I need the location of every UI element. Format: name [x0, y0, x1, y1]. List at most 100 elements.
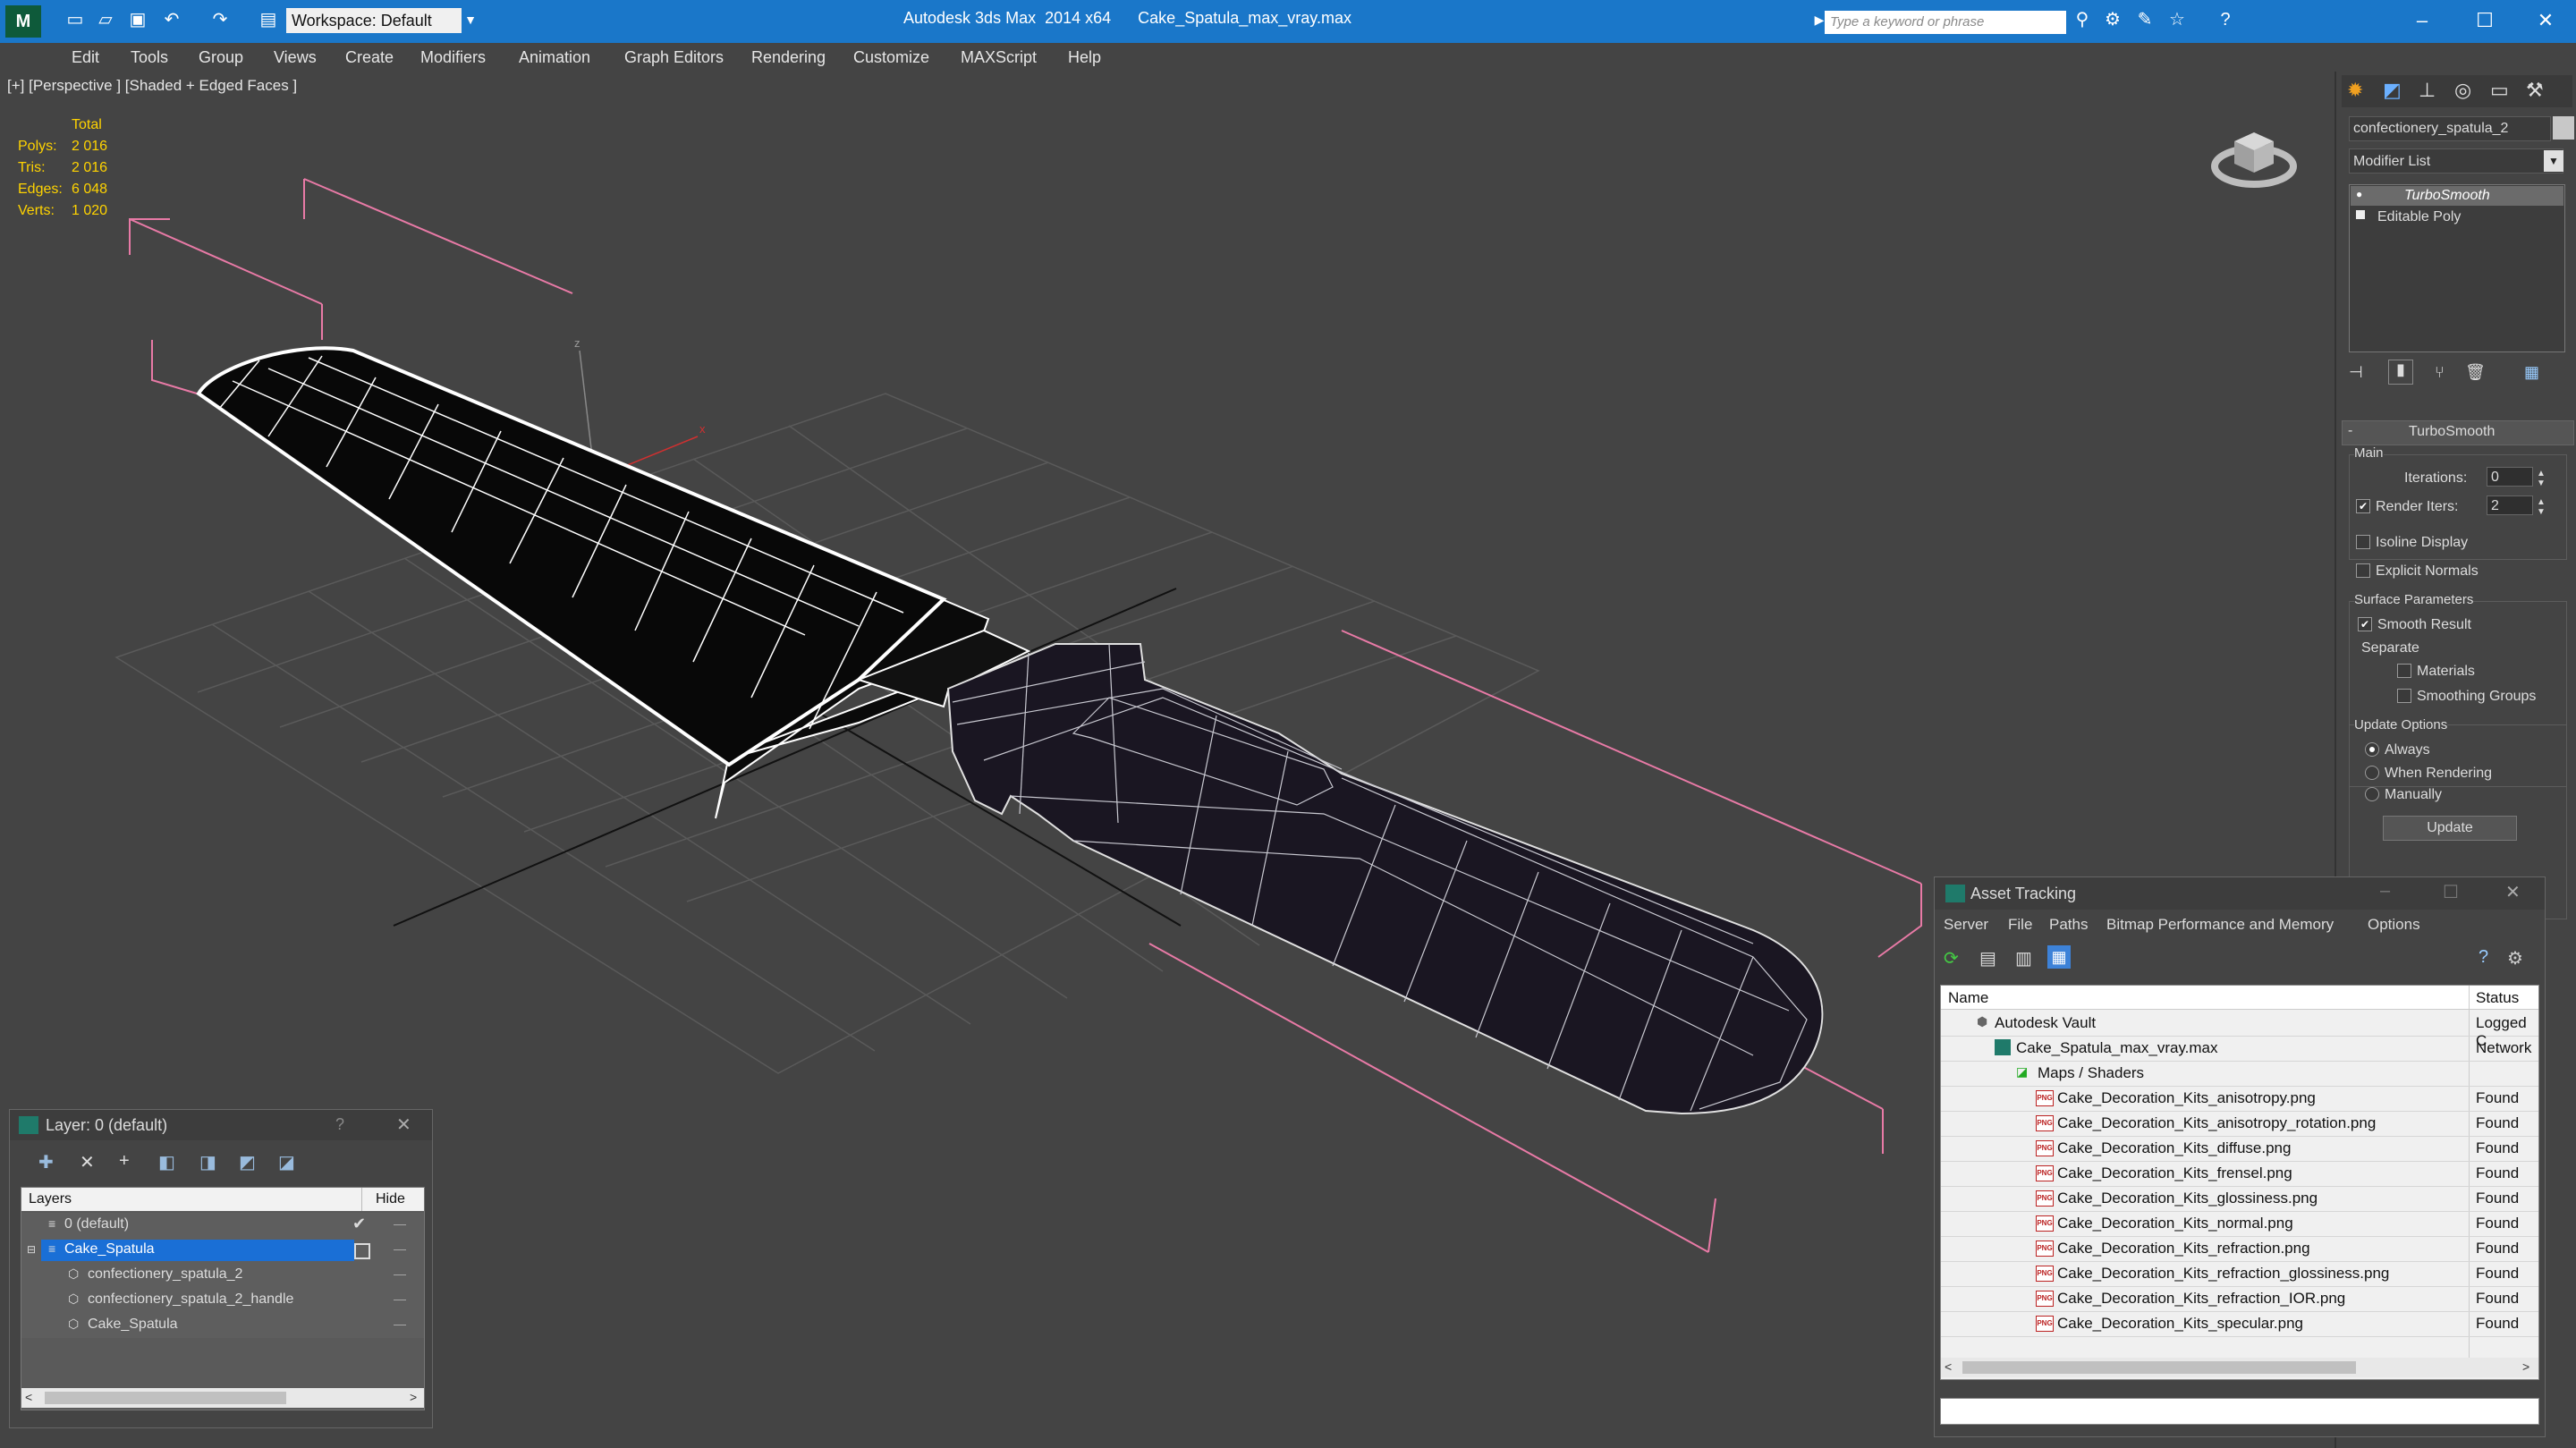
lightbulb-icon[interactable]: ●	[2356, 188, 2362, 200]
always-radio[interactable]	[2365, 742, 2379, 757]
maximize-icon[interactable]: ☐	[2443, 881, 2459, 903]
hide-toggle-icon[interactable]: —	[394, 1216, 406, 1231]
close-icon[interactable]: ✕	[2505, 881, 2521, 903]
menu-animation[interactable]: Animation	[519, 48, 590, 67]
pin-stack-icon[interactable]: ⊣	[2349, 363, 2363, 382]
asset-menu-file[interactable]: File	[2008, 916, 2032, 934]
layer-row[interactable]: ⊟ ≡ Cake_Spatula —	[21, 1238, 424, 1263]
collapse-icon[interactable]: -	[2348, 423, 2352, 439]
stack-item-turbosmooth[interactable]: ● TurboSmooth	[2351, 186, 2563, 206]
table-view-icon[interactable]: ▥	[2015, 947, 2032, 970]
help-icon[interactable]: ?	[2215, 9, 2236, 30]
asset-row[interactable]: PNG Cake_Decoration_Kits_refraction_glos…	[1941, 1261, 2538, 1287]
render-iters-checkbox[interactable]: ✔	[2356, 499, 2370, 513]
delete-layer-icon[interactable]: ✕	[80, 1151, 95, 1173]
hide-toggle-icon[interactable]: —	[394, 1291, 406, 1306]
spatula-blade[interactable]	[196, 346, 1031, 819]
configure-sets-icon[interactable]: ▦	[2524, 363, 2539, 382]
redo-icon[interactable]: ↷	[209, 9, 231, 30]
help-icon[interactable]: ?	[2479, 947, 2488, 968]
menu-rendering[interactable]: Rendering	[751, 48, 826, 67]
asset-row[interactable]: PNG Cake_Decoration_Kits_refraction_IOR.…	[1941, 1286, 2538, 1312]
viewcube[interactable]	[2209, 114, 2299, 195]
open-file-icon[interactable]: ▱	[95, 9, 116, 30]
layer-row[interactable]: ⬡ Cake_Spatula —	[21, 1313, 424, 1338]
expand-icon[interactable]	[2356, 210, 2365, 219]
binoculars-icon[interactable]: ⚲	[2072, 9, 2093, 30]
menu-maxscript[interactable]: MAXScript	[961, 48, 1037, 67]
hierarchy-tab-icon[interactable]: ⊥	[2419, 79, 2436, 102]
display-tab-icon[interactable]: ▭	[2490, 79, 2509, 102]
layer-row[interactable]: ≡ 0 (default) ✔ —	[21, 1213, 424, 1238]
menu-customize[interactable]: Customize	[853, 48, 929, 67]
asset-dialog-titlebar[interactable]: Asset Tracking – ☐ ✕	[1935, 877, 2545, 910]
show-end-result-icon[interactable]: ▮	[2388, 360, 2413, 385]
chevron-down-icon[interactable]: ▼	[2544, 150, 2563, 172]
object-name-field[interactable]: confectionery_spatula_2	[2349, 116, 2551, 141]
asset-menu-bitmap-performance[interactable]: Bitmap Performance and Memory	[2106, 916, 2334, 934]
asset-menu-paths[interactable]: Paths	[2049, 916, 2088, 934]
smoothing-groups-checkbox[interactable]	[2397, 689, 2411, 703]
modifier-list-dropdown[interactable]: Modifier List	[2349, 148, 2563, 174]
hide-all-icon[interactable]: ◩	[239, 1151, 256, 1173]
highlight-layer-icon[interactable]: ◨	[199, 1151, 216, 1173]
status-column-header[interactable]: Status	[2476, 989, 2519, 1007]
remove-modifier-icon[interactable]: 🗑	[2465, 363, 2486, 382]
create-layer-icon[interactable]: ✚	[38, 1151, 54, 1173]
render-iters-spinner[interactable]: 2	[2487, 495, 2533, 515]
freeze-all-icon[interactable]: ◪	[278, 1151, 295, 1173]
asset-row[interactable]: ◪ Maps / Shaders	[1941, 1061, 2538, 1087]
asset-row[interactable]: Cake_Spatula_max_vray.max Network	[1941, 1036, 2538, 1062]
communication-icon[interactable]: ✎	[2134, 9, 2156, 30]
subscription-icon[interactable]: ⚙	[2102, 9, 2123, 30]
rollout-header[interactable]: - TurboSmooth	[2342, 420, 2574, 445]
hide-toggle-icon[interactable]: —	[394, 1317, 406, 1331]
menu-edit[interactable]: Edit	[72, 48, 99, 67]
add-to-layer-icon[interactable]: +	[119, 1151, 130, 1172]
scroll-thumb[interactable]	[45, 1392, 286, 1404]
workspace-dropdown[interactable]: Workspace: Default	[286, 8, 462, 33]
asset-row[interactable]: PNG Cake_Decoration_Kits_diffuse.png Fou…	[1941, 1136, 2538, 1162]
asset-row[interactable]: PNG Cake_Decoration_Kits_anisotropy.png …	[1941, 1086, 2538, 1112]
asset-row[interactable]: PNG Cake_Decoration_Kits_refraction.png …	[1941, 1236, 2538, 1262]
layer-dialog-titlebar[interactable]: Layer: 0 (default) ? ✕	[10, 1110, 432, 1140]
list-view-icon[interactable]: ▤	[1979, 947, 1996, 970]
asset-row[interactable]: PNG Cake_Decoration_Kits_specular.png Fo…	[1941, 1311, 2538, 1337]
select-objects-icon[interactable]: ◧	[158, 1151, 175, 1173]
scroll-right-icon[interactable]: >	[2522, 1359, 2529, 1374]
object-color-swatch[interactable]	[2553, 116, 2574, 140]
scroll-thumb[interactable]	[1962, 1361, 2356, 1374]
modify-tab-icon[interactable]: ◩	[2383, 79, 2402, 102]
help-icon[interactable]: ?	[335, 1115, 344, 1134]
stack-item-editable-poly[interactable]: Editable Poly	[2351, 207, 2563, 227]
new-file-icon[interactable]: ▭	[64, 9, 86, 30]
iterations-spinner[interactable]: 0	[2487, 467, 2533, 487]
menu-help[interactable]: Help	[1068, 48, 1101, 67]
menu-group[interactable]: Group	[199, 48, 243, 67]
close-icon[interactable]: ✕	[2528, 5, 2563, 36]
close-icon[interactable]: ✕	[396, 1114, 411, 1136]
isoline-display-checkbox[interactable]	[2356, 535, 2370, 549]
asset-menu-options[interactable]: Options	[2368, 916, 2420, 934]
asset-row[interactable]: PNG Cake_Decoration_Kits_glossiness.png …	[1941, 1186, 2538, 1212]
smooth-result-checkbox[interactable]: ✔	[2358, 617, 2372, 631]
motion-tab-icon[interactable]: ◎	[2454, 79, 2471, 102]
when-rendering-radio[interactable]	[2365, 766, 2379, 780]
current-layer-box-icon[interactable]	[354, 1243, 370, 1259]
spinner-arrows-icon[interactable]: ▲ ▼	[2537, 497, 2546, 517]
menu-modifiers[interactable]: Modifiers	[420, 48, 486, 67]
hide-toggle-icon[interactable]: —	[394, 1266, 406, 1281]
hide-column-header[interactable]: Hide	[376, 1191, 405, 1207]
app-logo-icon[interactable]: M	[5, 5, 41, 38]
asset-path-field[interactable]	[1940, 1398, 2539, 1425]
grid-view-icon[interactable]: ▦	[2047, 945, 2071, 969]
asset-row[interactable]: ⬢ Autodesk Vault Logged C	[1941, 1011, 2538, 1049]
hide-toggle-icon[interactable]: —	[394, 1241, 406, 1256]
refresh-icon[interactable]: ⟳	[1944, 947, 1959, 970]
explicit-normals-checkbox[interactable]	[2356, 563, 2370, 578]
spinner-arrows-icon[interactable]: ▲ ▼	[2537, 469, 2546, 488]
minimize-icon[interactable]: –	[2380, 881, 2390, 902]
name-column-header[interactable]: Name	[1948, 989, 1988, 1007]
settings-icon[interactable]: ⚙	[2507, 947, 2523, 970]
scroll-right-icon[interactable]: >	[410, 1390, 417, 1404]
